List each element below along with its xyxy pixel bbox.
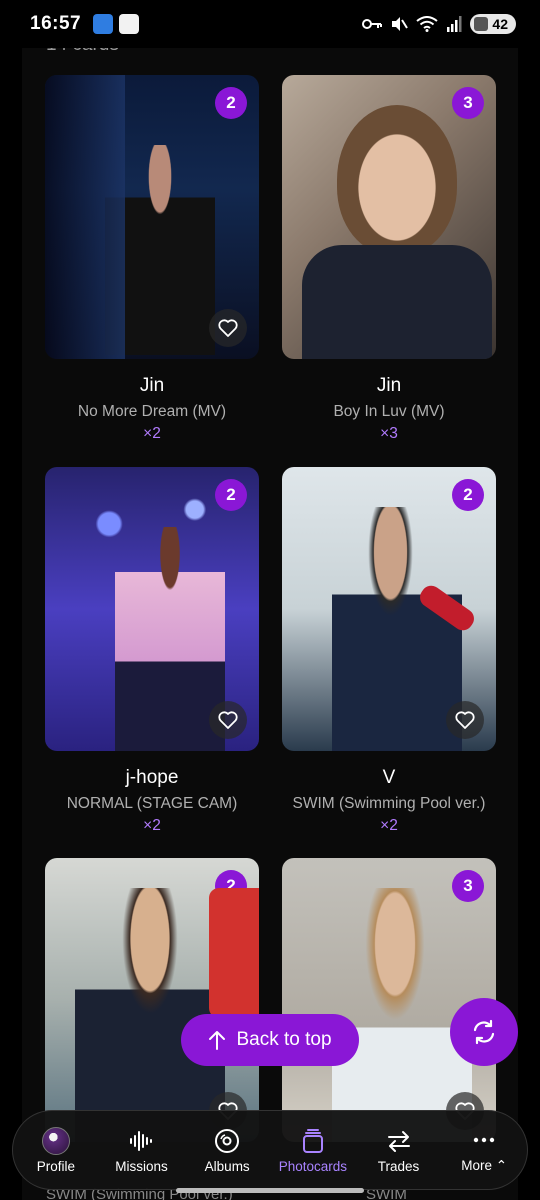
heart-icon: [218, 319, 238, 337]
nav-label: Profile: [36, 1158, 75, 1174]
mute-icon: [392, 17, 409, 31]
card-quantity: ×2: [143, 817, 161, 834]
key-icon: [362, 19, 383, 29]
more-dots-icon: [473, 1137, 495, 1143]
nav-label: More: [461, 1158, 493, 1173]
photocards-icon: [302, 1128, 323, 1153]
card-version: NORMAL (STAGE CAM): [66, 795, 238, 812]
chevron-up-icon: ⌃: [495, 1158, 508, 1173]
photocard-image[interactable]: 2: [45, 858, 259, 1142]
nav-label-more: More ⌃: [461, 1158, 507, 1174]
battery-saver-icon: [474, 17, 489, 31]
home-indicator[interactable]: [176, 1188, 364, 1193]
heart-icon: [455, 711, 475, 729]
heart-icon: [218, 711, 238, 729]
nav-albums[interactable]: Albums: [184, 1127, 270, 1174]
card-version: SWIM (Swimming Pool ver.): [292, 795, 486, 812]
quantity-badge: 2: [452, 479, 484, 511]
nav-photocards[interactable]: Photocards: [270, 1127, 356, 1174]
refresh-icon: [473, 1019, 495, 1045]
waveform-icon: [129, 1130, 152, 1151]
photocard[interactable]: 2 j-hope NORMAL (STAGE CAM) ×2: [45, 467, 259, 835]
member-name: V: [382, 767, 396, 788]
favorite-button[interactable]: [209, 309, 247, 347]
quantity-badge: 2: [215, 870, 247, 902]
card-quantity: ×3: [380, 425, 398, 442]
system-icons: 42: [362, 14, 516, 34]
nav-profile[interactable]: Profile: [13, 1126, 99, 1174]
member-name: Jin: [139, 375, 165, 396]
quantity-badge: 3: [452, 87, 484, 119]
photocard[interactable]: 2 V SWIM (Swimming Pool ver.) ×2: [282, 467, 496, 835]
nav-trades[interactable]: Trades: [356, 1127, 442, 1174]
home-app-icon: [93, 14, 114, 34]
battery-indicator: 42: [470, 14, 516, 34]
heart-icon: [455, 319, 475, 337]
quantity-badge: 2: [215, 87, 247, 119]
avatar: [41, 1126, 70, 1155]
nav-label: Trades: [377, 1158, 420, 1174]
card-quantity: ×2: [380, 817, 398, 834]
photocard-image[interactable]: 3: [282, 75, 496, 359]
nav-label: Photocards: [278, 1158, 347, 1174]
photocard[interactable]: 2 Jin No More Dream (MV) ×2: [45, 75, 259, 443]
battery-level: 42: [492, 16, 508, 32]
wifi-icon: [416, 16, 439, 32]
quantity-badge: 3: [452, 870, 484, 902]
nav-label: Missions: [115, 1158, 168, 1174]
status-bar: 16:57 42: [0, 0, 540, 48]
refresh-button[interactable]: [450, 998, 518, 1066]
notification-icons: [93, 14, 140, 34]
favorite-button[interactable]: [446, 309, 484, 347]
photocard[interactable]: 3 Jin Boy In Luv (MV) ×3: [282, 75, 496, 443]
card-version: No More Dream (MV): [77, 403, 227, 420]
arrow-up-icon: [209, 1031, 226, 1050]
member-name: j-hope: [125, 767, 179, 788]
member-name: Jin: [376, 375, 402, 396]
photocard[interactable]: 2: [45, 858, 259, 1142]
favorite-button[interactable]: [446, 701, 484, 739]
photocard-image[interactable]: 2: [282, 467, 496, 751]
photocard-image[interactable]: 3: [282, 858, 496, 1142]
photocard-image[interactable]: 2: [45, 75, 259, 359]
back-to-top-label: Back to top: [236, 1029, 332, 1050]
signal-icon: [447, 16, 462, 32]
bottom-navigation: Profile Missions Albums Photocards Trade…: [12, 1110, 528, 1190]
back-to-top-button[interactable]: Back to top: [181, 1014, 359, 1066]
quantity-badge: 2: [215, 479, 247, 511]
store-app-icon: [119, 14, 140, 34]
nav-more[interactable]: More ⌃: [441, 1126, 527, 1174]
card-quantity: ×2: [143, 425, 161, 442]
status-time: 16:57: [30, 13, 82, 34]
disc-icon: [215, 1128, 240, 1153]
nav-missions[interactable]: Missions: [99, 1127, 185, 1174]
swap-arrows-icon: [387, 1130, 410, 1152]
card-version: Boy In Luv (MV): [333, 403, 445, 420]
favorite-button[interactable]: [209, 701, 247, 739]
nav-label: Albums: [204, 1158, 250, 1174]
photocard-image[interactable]: 2: [45, 467, 259, 751]
photocard[interactable]: 3: [282, 858, 496, 1142]
